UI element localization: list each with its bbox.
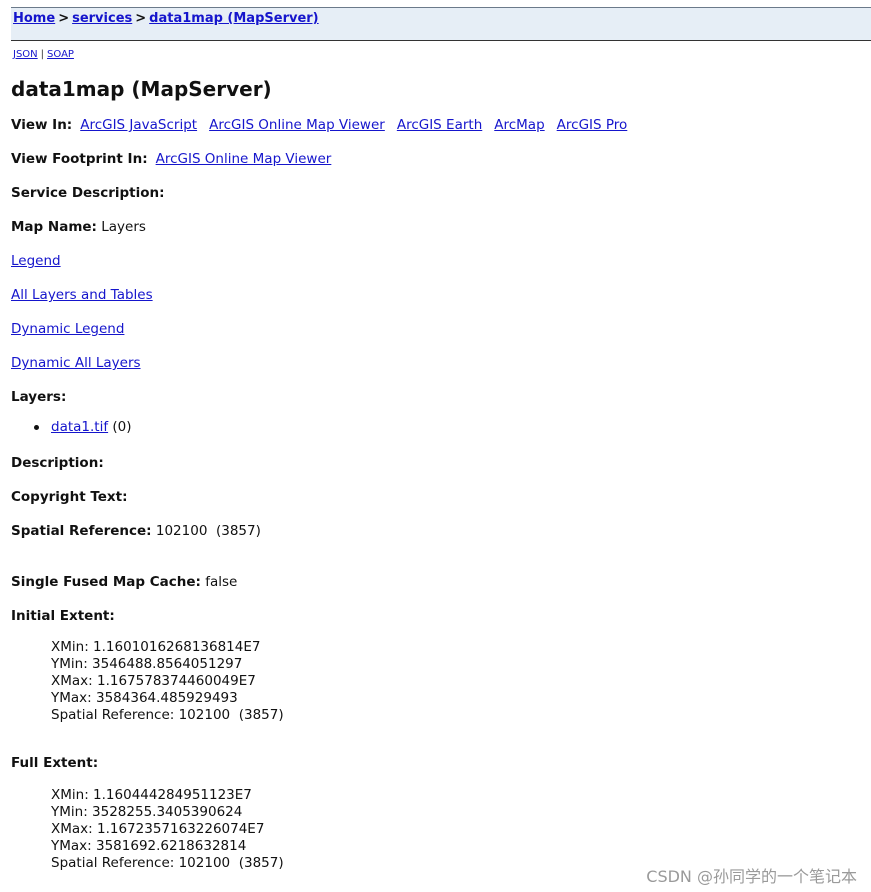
all-layers-and-tables-link[interactable]: All Layers and Tables: [11, 287, 153, 303]
single-fused-row: Single Fused Map Cache: false: [11, 574, 237, 590]
legend-link[interactable]: Legend: [11, 253, 61, 269]
view-in-online-map-viewer-link[interactable]: ArcGIS Online Map Viewer: [209, 117, 385, 133]
view-in-row: View In: ArcGIS JavaScript ArcGIS Online M…: [11, 117, 627, 133]
full-extent-values: XMin: 1.160444284951123E7 YMin: 3528255.…: [51, 787, 284, 872]
initial-extent-label: Initial Extent:: [11, 608, 115, 624]
spatial-reference-value: 102100 (3857): [155, 523, 261, 539]
initial-extent-ymax: YMax: 3584364.485929493: [51, 690, 238, 706]
breadcrumb-home-link[interactable]: Home: [13, 11, 55, 26]
full-extent-xmin: XMin: 1.160444284951123E7: [51, 787, 252, 803]
initial-extent-spatial-reference: Spatial Reference: 102100 (3857): [51, 707, 284, 723]
breadcrumb-bar: Home > services > data1map (MapServer): [11, 7, 871, 41]
all-layers-row: All Layers and Tables: [11, 287, 153, 303]
description-label: Description:: [11, 455, 104, 471]
description-row: Description:: [11, 455, 104, 471]
layers-label: Layers:: [11, 389, 67, 405]
copyright-row: Copyright Text:: [11, 489, 128, 505]
view-in-label: View In:: [11, 117, 73, 133]
soap-link[interactable]: SOAP: [47, 49, 74, 60]
full-extent-label: Full Extent:: [11, 755, 99, 771]
breadcrumb: Home > services > data1map (MapServer): [13, 11, 319, 26]
initial-extent-values: XMin: 1.1601016268136814E7 YMin: 3546488…: [51, 639, 284, 724]
dynamic-all-layers-row: Dynamic All Layers: [11, 355, 141, 371]
view-footprint-label: View Footprint In:: [11, 151, 148, 167]
initial-extent-row: Initial Extent:: [11, 608, 115, 624]
layer-id: (0): [112, 419, 132, 435]
layers-list: data1.tif (0): [34, 419, 132, 435]
dynamic-legend-row: Dynamic Legend: [11, 321, 124, 337]
view-in-arcgis-earth-link[interactable]: ArcGIS Earth: [397, 117, 482, 133]
initial-extent-xmax: XMax: 1.167578374460049E7: [51, 673, 256, 689]
full-extent-xmax: XMax: 1.1672357163226074E7: [51, 821, 265, 837]
view-in-arcgis-javascript-link[interactable]: ArcGIS JavaScript: [80, 117, 197, 133]
view-footprint-online-map-viewer-link[interactable]: ArcGIS Online Map Viewer: [156, 151, 332, 167]
watermark-text: CSDN @孙同学的一个笔记本: [646, 867, 857, 886]
page-title: data1map (MapServer): [11, 77, 272, 101]
format-links: JSON | SOAP: [13, 49, 74, 60]
json-link[interactable]: JSON: [13, 49, 38, 60]
spatial-reference-row: Spatial Reference: 102100 (3857): [11, 523, 261, 539]
full-extent-ymax: YMax: 3581692.6218632814: [51, 838, 247, 854]
bullet-icon: [34, 425, 39, 430]
view-in-arcgis-pro-link[interactable]: ArcGIS Pro: [557, 117, 628, 133]
breadcrumb-separator: >: [58, 11, 70, 26]
breadcrumb-current-link[interactable]: data1map (MapServer): [149, 11, 318, 26]
breadcrumb-separator: >: [135, 11, 147, 26]
format-separator: |: [40, 49, 45, 60]
initial-extent-ymin: YMin: 3546488.8564051297: [51, 656, 243, 672]
service-description-label: Service Description:: [11, 185, 165, 201]
spatial-reference-label: Spatial Reference:: [11, 523, 152, 539]
layers-row: Layers:: [11, 389, 66, 405]
full-extent-spatial-reference: Spatial Reference: 102100 (3857): [51, 855, 284, 871]
full-extent-row: Full Extent:: [11, 755, 98, 771]
layer-link[interactable]: data1.tif: [51, 419, 108, 435]
single-fused-value: false: [205, 574, 238, 590]
breadcrumb-services-link[interactable]: services: [72, 11, 132, 26]
map-name-label: Map Name:: [11, 219, 97, 235]
copyright-label: Copyright Text:: [11, 489, 128, 505]
service-description-row: Service Description:: [11, 185, 165, 201]
view-footprint-row: View Footprint In: ArcGIS Online Map View…: [11, 151, 331, 167]
view-in-arcmap-link[interactable]: ArcMap: [494, 117, 544, 133]
dynamic-legend-link[interactable]: Dynamic Legend: [11, 321, 124, 337]
full-extent-ymin: YMin: 3528255.3405390624: [51, 804, 243, 820]
legend-row: Legend: [11, 253, 61, 269]
list-item: data1.tif (0): [34, 419, 132, 435]
initial-extent-xmin: XMin: 1.1601016268136814E7: [51, 639, 261, 655]
map-name-value: Layers: [101, 219, 146, 235]
map-name-row: Map Name: Layers: [11, 219, 146, 235]
single-fused-label: Single Fused Map Cache:: [11, 574, 201, 590]
dynamic-all-layers-link[interactable]: Dynamic All Layers: [11, 355, 141, 371]
